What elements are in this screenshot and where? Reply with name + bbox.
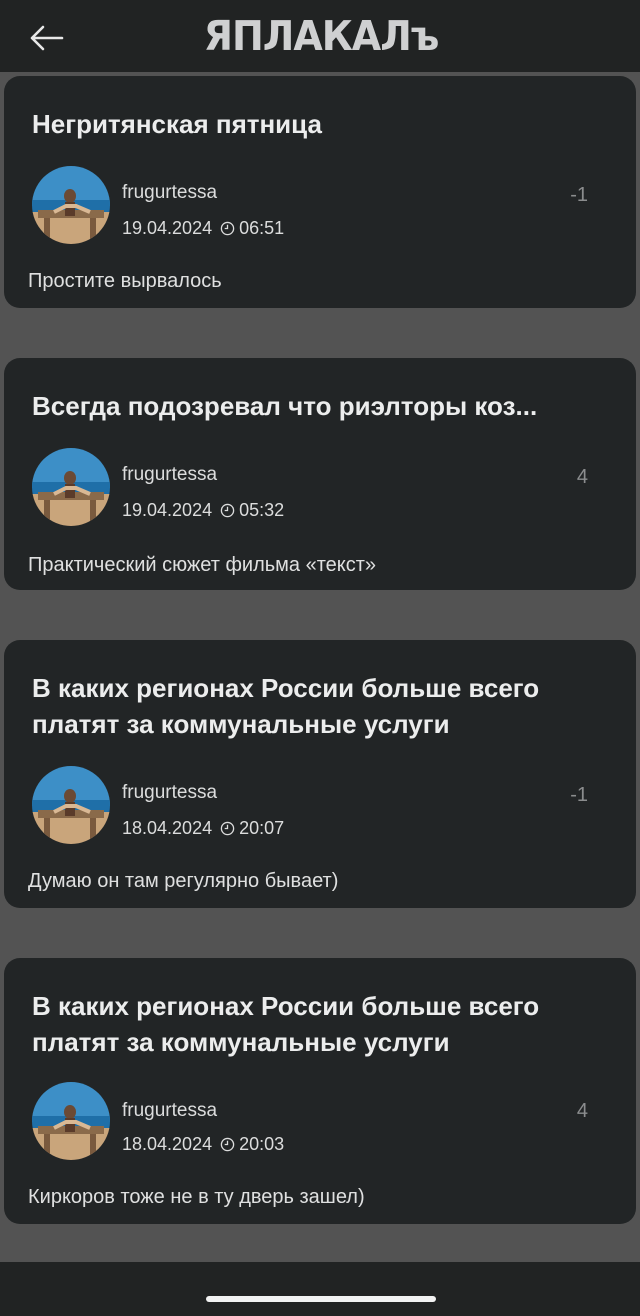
time-text: 20:03: [239, 1134, 285, 1154]
date-text: 18.04.2024: [122, 818, 213, 838]
comment-card[interactable]: В каких регионах России больше всего пла…: [4, 640, 636, 908]
comment-text: Простите вырвалось: [28, 270, 222, 292]
date-text: 19.04.2024: [122, 500, 213, 520]
author-name[interactable]: frugurtessa: [122, 1100, 217, 1122]
time-text: 20:07: [239, 818, 285, 838]
post-title[interactable]: Негритянская пятница: [32, 106, 610, 142]
clock-icon: [220, 503, 235, 518]
bottom-bar: [0, 1262, 640, 1316]
rating: -1: [570, 184, 588, 206]
comment-date: 18.04.2024 20:03: [122, 1134, 284, 1155]
date-text: 19.04.2024: [122, 218, 213, 238]
arrow-left-icon: [30, 25, 64, 51]
post-title[interactable]: В каких регионах России больше всего пла…: [32, 988, 610, 1060]
comment-card[interactable]: Негритянская пятница frugurtessa 19.04.2…: [4, 76, 636, 308]
date-text: 18.04.2024: [122, 1134, 213, 1154]
rating: -1: [570, 784, 588, 806]
author-name[interactable]: frugurtessa: [122, 782, 217, 804]
comment-date: 18.04.2024 20:07: [122, 818, 284, 839]
time-text: 06:51: [239, 218, 285, 238]
post-title[interactable]: В каких регионах России больше всего пла…: [32, 670, 610, 742]
comment-card[interactable]: Всегда подозревал что риэлторы коз... fr…: [4, 358, 636, 590]
author-name[interactable]: frugurtessa: [122, 464, 217, 486]
rating: 4: [576, 466, 588, 488]
site-logo[interactable]: ЯПЛАКАЛъ: [190, 8, 452, 64]
clock-icon: [220, 221, 235, 236]
avatar[interactable]: [32, 1082, 110, 1160]
comment-text: Думаю он там регулярно бывает): [28, 870, 339, 892]
clock-icon: [220, 821, 235, 836]
comment-date: 19.04.2024 05:32: [122, 500, 284, 521]
comment-date: 19.04.2024 06:51: [122, 218, 284, 239]
clock-icon: [220, 1137, 235, 1152]
post-title[interactable]: Всегда подозревал что риэлторы коз...: [32, 388, 610, 424]
avatar[interactable]: [32, 766, 110, 844]
rating: 4: [576, 1100, 588, 1122]
time-text: 05:32: [239, 500, 285, 520]
avatar[interactable]: [32, 166, 110, 244]
top-bar: ЯПЛАКАЛъ: [0, 0, 640, 72]
back-button[interactable]: [22, 16, 70, 60]
home-indicator[interactable]: [206, 1296, 436, 1302]
comment-text: Практический сюжет фильма «текст»: [28, 554, 377, 576]
comment-text: Киркоров тоже не в ту дверь зашел): [28, 1186, 365, 1208]
author-name[interactable]: frugurtessa: [122, 182, 217, 204]
avatar[interactable]: [32, 448, 110, 526]
comment-card[interactable]: В каких регионах России больше всего пла…: [4, 958, 636, 1224]
